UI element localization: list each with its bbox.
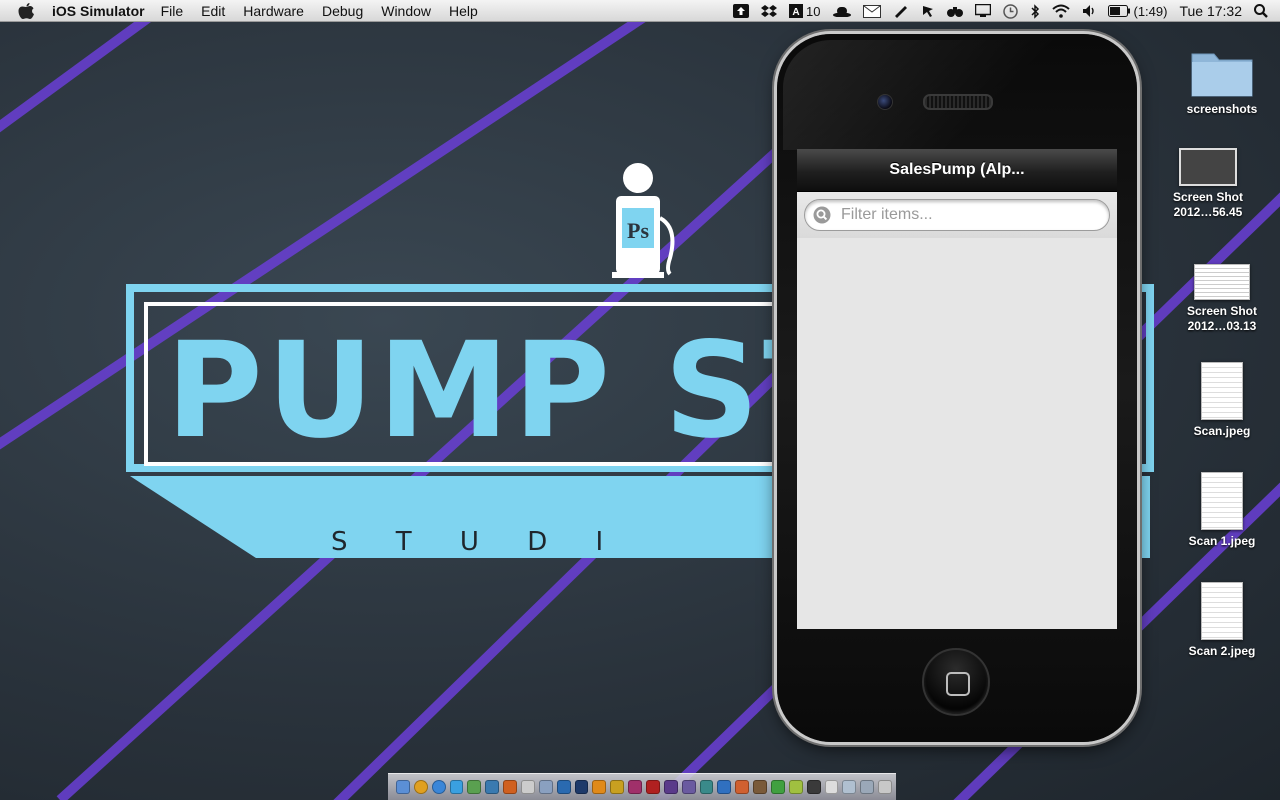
- desktop: Ps PUMP STA S T U D I screenshots Screen…: [0, 0, 1280, 800]
- app-icon[interactable]: [556, 780, 571, 794]
- app-icon[interactable]: [521, 780, 535, 794]
- desktop-icon-scan-2[interactable]: Scan 2.jpeg: [1172, 582, 1272, 659]
- dock: [388, 773, 896, 800]
- screenshot-thumbnail-icon: [1179, 148, 1237, 186]
- battery-icon: [1107, 5, 1130, 17]
- home-button[interactable]: [922, 648, 990, 716]
- menu-bar: iOS Simulator File Edit Hardware Debug W…: [0, 0, 1280, 22]
- menu-window[interactable]: Window: [381, 3, 431, 19]
- wifi-icon[interactable]: [1051, 4, 1070, 18]
- apple-icon[interactable]: [18, 2, 38, 20]
- hat-icon[interactable]: [832, 5, 851, 17]
- app-icon[interactable]: [753, 780, 768, 794]
- home-square-icon: [946, 672, 970, 696]
- spotlight-search-icon[interactable]: [1254, 4, 1268, 18]
- bluetooth-icon[interactable]: [1030, 3, 1040, 19]
- upload-icon[interactable]: [733, 4, 750, 18]
- app-icon[interactable]: [735, 780, 750, 794]
- time-machine-icon[interactable]: [1002, 3, 1018, 19]
- menu-extras: A 10 (1:49) Tue 17:32: [727, 0, 1280, 22]
- app-icon[interactable]: [485, 780, 500, 794]
- filter-input[interactable]: [839, 205, 1093, 225]
- svg-text:A: A: [792, 7, 799, 18]
- illustrator-icon[interactable]: [592, 780, 607, 794]
- battery-indicator[interactable]: (1:49): [1107, 3, 1168, 19]
- gas-pump-icon: Ps: [612, 163, 675, 278]
- pen-icon[interactable]: [893, 4, 909, 18]
- trash-icon[interactable]: [878, 780, 893, 794]
- adobe-updater-icon[interactable]: A 10: [789, 3, 821, 19]
- app-icon[interactable]: [771, 780, 785, 794]
- menu-file[interactable]: File: [161, 3, 184, 19]
- search-bar: [797, 192, 1117, 238]
- search-icon: [813, 206, 831, 224]
- desktop-icon-screenshots[interactable]: screenshots: [1172, 44, 1272, 117]
- app-icon[interactable]: [503, 780, 518, 794]
- app-icon[interactable]: [860, 780, 875, 794]
- folder-icon: [1191, 53, 1253, 97]
- document-thumbnail-icon: [1201, 582, 1243, 640]
- safari-icon[interactable]: [431, 780, 446, 794]
- app-icon[interactable]: [824, 780, 839, 794]
- items-list: [797, 238, 1117, 629]
- desktop-icon-label: Scan 2.jpeg: [1188, 644, 1256, 658]
- app-icon[interactable]: [806, 780, 821, 794]
- desktop-icon-label: screenshots: [1186, 102, 1258, 116]
- volume-icon[interactable]: [1082, 4, 1096, 18]
- desktop-icon-scan[interactable]: Scan.jpeg: [1172, 362, 1272, 439]
- indesign-icon[interactable]: [628, 780, 643, 794]
- premiere-icon[interactable]: [663, 780, 678, 794]
- desktop-icon-label: Scan 1.jpeg: [1188, 534, 1256, 548]
- display-icon[interactable]: [974, 4, 991, 18]
- cursor-icon[interactable]: [921, 4, 935, 18]
- desktop-icon-label: Screen Shot 2012…03.13: [1186, 304, 1258, 333]
- battery-time: (1:49): [1133, 3, 1168, 19]
- document-thumbnail-icon: [1201, 362, 1243, 420]
- desktop-icon-label: Scan.jpeg: [1193, 424, 1251, 438]
- logo-subtitle: S T U D I: [331, 527, 623, 557]
- binoculars-icon[interactable]: [946, 4, 963, 18]
- camera-icon: [877, 94, 893, 110]
- twitter-icon[interactable]: [449, 780, 464, 794]
- clock[interactable]: Tue 17:32: [1179, 3, 1242, 19]
- app-icon[interactable]: [788, 780, 803, 794]
- iphone-simulator: SalesPump (Alp...: [777, 34, 1137, 742]
- document-thumbnail-icon: [1201, 472, 1243, 530]
- menu-hardware[interactable]: Hardware: [243, 3, 304, 19]
- mail-icon[interactable]: [862, 4, 881, 18]
- photoshop-icon[interactable]: [574, 780, 589, 794]
- audition-icon[interactable]: [699, 780, 714, 794]
- desktop-icon-screenshot-2[interactable]: Screen Shot 2012…03.13: [1172, 264, 1272, 334]
- app-menu[interactable]: iOS Simulator: [52, 3, 145, 19]
- chrome-icon[interactable]: [413, 780, 428, 794]
- menu-help[interactable]: Help: [449, 3, 478, 19]
- adobe-count: 10: [806, 3, 821, 19]
- flash-icon[interactable]: [646, 780, 660, 794]
- speaker-grille: [923, 94, 993, 110]
- dropbox-icon[interactable]: [761, 4, 778, 18]
- simulator-screen[interactable]: SalesPump (Alp...: [797, 149, 1117, 629]
- fireworks-icon[interactable]: [610, 780, 625, 794]
- desktop-icon-screenshot-1[interactable]: Screen Shot 2012…56.45: [1158, 148, 1258, 220]
- menu-debug[interactable]: Debug: [322, 3, 363, 19]
- nav-title: SalesPump (Alp...: [889, 161, 1025, 178]
- after-effects-icon[interactable]: [681, 780, 696, 794]
- finder-icon[interactable]: [396, 780, 410, 794]
- navigation-bar: SalesPump (Alp...: [797, 149, 1117, 192]
- desktop-icon-label: Screen Shot 2012…56.45: [1172, 190, 1244, 219]
- app-icon[interactable]: [538, 780, 553, 794]
- app-icon[interactable]: [842, 780, 857, 794]
- pump-label: Ps: [627, 218, 649, 243]
- search-field[interactable]: [804, 199, 1110, 231]
- app-icon[interactable]: [717, 780, 732, 794]
- desktop-icon-scan-1[interactable]: Scan 1.jpeg: [1172, 472, 1272, 549]
- screenshot-thumbnail-icon: [1194, 264, 1250, 300]
- menu-edit[interactable]: Edit: [201, 3, 225, 19]
- app-icon[interactable]: [467, 780, 482, 794]
